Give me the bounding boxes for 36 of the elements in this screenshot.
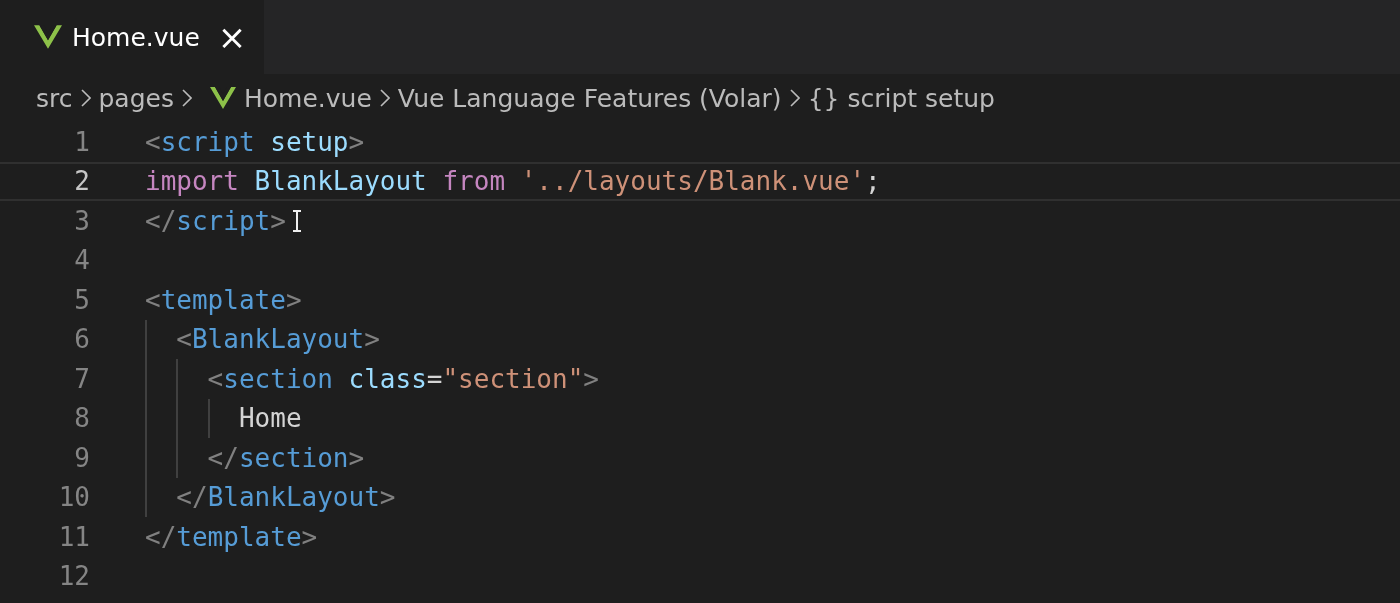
code-line: <script setup> (145, 126, 365, 157)
vue-logo-icon (34, 25, 62, 49)
code-line: import BlankLayout from '../layouts/Blank.vue'; (145, 166, 881, 197)
breadcrumb-item[interactable]: Home.vue (199, 83, 372, 113)
line-number: 11 (57, 521, 90, 552)
breadcrumb-item[interactable]: src (36, 83, 73, 113)
code-line: </script> (145, 205, 286, 236)
breadcrumb-item[interactable]: Vue Language Features (Volar) (397, 83, 782, 113)
line-number: 8 (73, 403, 90, 434)
line-number: 2 (73, 166, 90, 197)
line-number: 7 (73, 363, 90, 394)
code-line: </template> (145, 521, 318, 552)
code-line: </section> (206, 442, 365, 473)
braces-icon: {} (807, 83, 840, 113)
chevron-right-icon (80, 89, 91, 107)
code-line: Home (237, 403, 302, 434)
code-line: <template> (145, 284, 302, 315)
code-line: <BlankLayout> (175, 324, 380, 355)
line-number: 10 (57, 482, 90, 513)
close-icon[interactable]: × (217, 20, 247, 54)
line-number: 4 (73, 245, 90, 276)
editor-tab[interactable]: Home.vue × (0, 0, 265, 74)
code-line: <section class="section"> (206, 363, 599, 394)
chevron-right-icon (181, 89, 192, 107)
breadcrumb-item[interactable]: {} script setup (807, 83, 995, 113)
line-number: 12 (57, 561, 90, 592)
line-number: 6 (73, 324, 90, 355)
line-number: 9 (73, 442, 90, 473)
line-number: 1 (73, 126, 90, 157)
line-number: 3 (73, 205, 90, 236)
chevron-right-icon (789, 89, 800, 107)
breadcrumb-item[interactable]: pages (98, 83, 174, 113)
vue-logo-icon (209, 87, 236, 109)
code-line: </BlankLayout> (175, 482, 396, 513)
line-number: 5 (73, 284, 90, 315)
chevron-right-icon (379, 89, 390, 107)
